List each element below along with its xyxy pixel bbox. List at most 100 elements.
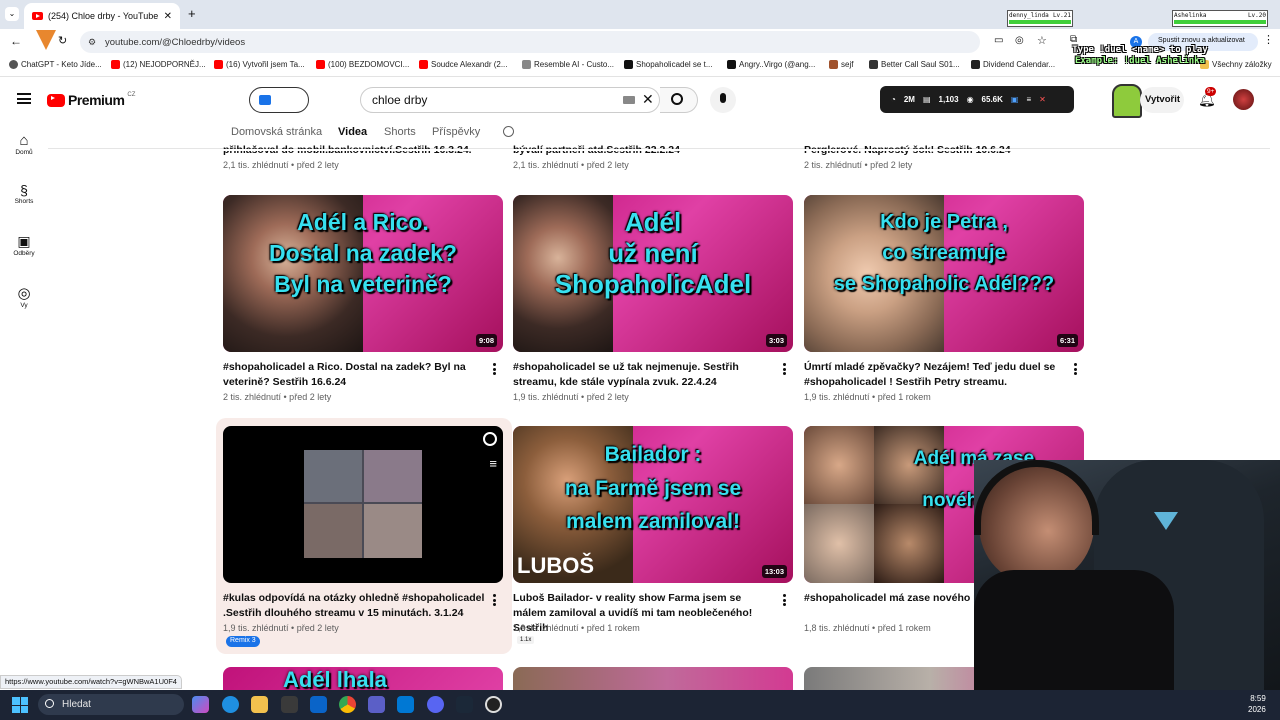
outlook-icon[interactable] bbox=[310, 696, 327, 713]
ext-toggle-button[interactable] bbox=[249, 87, 309, 113]
duration-badge: 13:03 bbox=[761, 565, 787, 578]
video-thumbnail[interactable]: Adél lhala bbox=[223, 667, 503, 690]
cast-icon[interactable]: ▭ bbox=[994, 35, 1003, 46]
video-thumbnail[interactable]: Adél a Rico. Dostal na zadek? Byl na veter… bbox=[223, 195, 503, 352]
search-query: chloe drby bbox=[372, 93, 428, 107]
youtube-icon bbox=[214, 60, 223, 69]
watch-later-icon[interactable] bbox=[483, 432, 497, 446]
bookmark-item[interactable]: Shopaholicadel se t... bbox=[624, 60, 713, 69]
video-thumbnail[interactable] bbox=[513, 667, 793, 690]
views-icon: ◉ bbox=[966, 95, 974, 104]
vscode-icon[interactable] bbox=[397, 696, 414, 713]
remix-badge[interactable]: Remix 3 bbox=[226, 636, 260, 647]
bookmark-item[interactable]: Soudce Alexandr (2... bbox=[419, 60, 508, 69]
video-thumbnail[interactable]: Kdo je Petra , co streamuje se Shopaholic … bbox=[804, 195, 1084, 352]
nav-you[interactable]: ◎ Vy bbox=[0, 284, 48, 309]
video-meta: 1,9 tis. zhlédnutí • před 2 lety bbox=[513, 392, 629, 402]
browser-tab-youtube[interactable]: (254) Chloe drby - YouTube ✕ bbox=[24, 3, 180, 29]
deer-icon bbox=[829, 60, 838, 69]
reload-icon[interactable]: ↻ bbox=[58, 34, 67, 47]
search-button[interactable] bbox=[660, 87, 698, 113]
steam-icon[interactable] bbox=[456, 696, 473, 713]
duration-badge: 3:03 bbox=[765, 334, 787, 347]
player1-box: denny_linda Lv.21 bbox=[1007, 10, 1073, 27]
file-explorer-icon[interactable] bbox=[251, 696, 268, 713]
teams-icon[interactable] bbox=[368, 696, 385, 713]
nav-shorts[interactable]: § Shorts bbox=[0, 182, 48, 205]
video-title[interactable]: #shopaholicadel a Rico. Dostal na zadek?… bbox=[223, 360, 485, 390]
thumbnail-cell bbox=[364, 504, 422, 558]
voice-search-button[interactable] bbox=[710, 87, 736, 113]
obs-icon[interactable] bbox=[485, 696, 502, 713]
bookmark-item[interactable]: (16) Vytvořil jsem Ta... bbox=[214, 60, 305, 69]
back-arrow-icon[interactable]: ← bbox=[10, 34, 22, 48]
thumbnail-grid bbox=[304, 450, 422, 558]
store-icon[interactable] bbox=[281, 696, 298, 713]
bookmark-item[interactable]: (12) NEJODPORNĚJ... bbox=[111, 60, 206, 69]
player1-level: Lv.21 bbox=[1052, 12, 1071, 19]
notifications-button[interactable]: 🔔︎ 9+ bbox=[1198, 87, 1217, 109]
video-title[interactable]: #kulas odpovídá na otázky ohledně #shopa… bbox=[223, 591, 485, 621]
bookmark-item[interactable]: Better Call Saul S01... bbox=[869, 60, 960, 69]
more-options-icon[interactable] bbox=[493, 363, 497, 375]
browser-tab-title: (254) Chloe drby - YouTube bbox=[48, 11, 159, 21]
extensions-icon[interactable]: ⧉ bbox=[1070, 34, 1077, 45]
ext-icon[interactable]: ▣ bbox=[1011, 95, 1019, 104]
video-title[interactable]: #shopaholicadel se už tak nejmenuje. Ses… bbox=[513, 360, 775, 390]
address-bar[interactable]: ⚙ youtube.com/@Chloedrby/videos bbox=[80, 31, 980, 53]
bookmark-item[interactable]: ChatGPT - Keto Jíde... bbox=[9, 60, 102, 69]
nav-subscriptions[interactable]: ▣ Odběry bbox=[0, 233, 48, 257]
partial-meta: 2,1 tis. zhlédnutí • před 2 lety bbox=[223, 160, 339, 170]
video-thumbnail[interactable]: Bailador : na Farmě jsem se malem zamilova… bbox=[513, 426, 793, 583]
channel-search-icon[interactable] bbox=[503, 126, 514, 137]
clock-date: 2026 bbox=[1248, 705, 1266, 714]
youtube-premium-logo[interactable]: Premium CZ bbox=[47, 92, 135, 108]
site-info-icon[interactable]: ⚙ bbox=[88, 37, 96, 48]
close-tab-icon[interactable]: ✕ bbox=[164, 11, 172, 22]
video-title[interactable]: Úmrtí mladé zpěvačky? Nezájem! Teď jedu … bbox=[804, 360, 1066, 390]
clock-time: 8:59 bbox=[1250, 694, 1266, 703]
new-tab-button[interactable]: + bbox=[188, 6, 196, 21]
tab-videos[interactable]: Videa bbox=[338, 126, 367, 138]
video-thumbnail[interactable]: ≡ bbox=[223, 426, 503, 583]
account-avatar[interactable] bbox=[1233, 89, 1254, 110]
tab-search-button[interactable]: ⌄ bbox=[5, 7, 19, 21]
extension-logo-icon[interactable] bbox=[36, 30, 56, 50]
hamburger-menu-icon[interactable] bbox=[17, 93, 31, 104]
browser-menu-icon[interactable]: ⋮ bbox=[1263, 33, 1274, 46]
add-to-queue-icon[interactable]: ≡ bbox=[489, 456, 497, 471]
taskbar-clock[interactable]: 8:59 2026 bbox=[1248, 693, 1266, 715]
keyboard-icon[interactable] bbox=[623, 96, 635, 104]
taskbar-search-input[interactable]: Hledat bbox=[38, 694, 184, 715]
more-options-icon[interactable] bbox=[783, 363, 787, 375]
create-button[interactable]: Vytvořit bbox=[1140, 87, 1184, 113]
tab-shorts[interactable]: Shorts bbox=[384, 126, 416, 138]
duel-instructions: Type !duel <name> to play Example: !duel… bbox=[1040, 45, 1240, 67]
more-options-icon[interactable] bbox=[493, 594, 497, 606]
more-options-icon[interactable] bbox=[1074, 363, 1078, 375]
copilot-icon[interactable] bbox=[192, 696, 209, 713]
bookmark-item[interactable]: Resemble AI - Custo... bbox=[522, 60, 614, 69]
eye-off-icon[interactable]: ◎ bbox=[1015, 35, 1024, 46]
clear-search-icon[interactable]: ✕ bbox=[642, 91, 654, 108]
chrome-icon[interactable] bbox=[339, 696, 356, 713]
nav-label: Shorts bbox=[14, 198, 34, 205]
bookmark-item[interactable]: (100) BEZDOMOVCI... bbox=[316, 60, 409, 69]
thumbnail-caption: Adél a Rico. Dostal na zadek? Byl na veter… bbox=[269, 209, 457, 298]
x-icon bbox=[624, 60, 633, 69]
edge-icon[interactable] bbox=[222, 696, 239, 713]
player1-name: denny_linda bbox=[1009, 12, 1049, 19]
youtube-icon bbox=[419, 60, 428, 69]
search-input[interactable]: chloe drby ✕ bbox=[360, 87, 660, 113]
discord-icon[interactable] bbox=[427, 696, 444, 713]
bell-muted-icon[interactable]: ✕ bbox=[1039, 95, 1046, 104]
bookmark-item[interactable]: Angry..Virgo (@ang... bbox=[727, 60, 815, 69]
tab-home[interactable]: Domovská stránka bbox=[231, 126, 322, 138]
video-thumbnail[interactable]: Adél už není ShopaholicAdel 3:03 bbox=[513, 195, 793, 352]
more-options-icon[interactable] bbox=[783, 594, 787, 606]
bookmark-item[interactable]: sejf bbox=[829, 60, 853, 69]
video-meta: 1,8 tis. zhlédnutí • před 1 rokem bbox=[804, 623, 931, 633]
tab-posts[interactable]: Příspěvky bbox=[432, 126, 480, 138]
list-icon[interactable]: ≡ bbox=[1026, 95, 1031, 104]
windows-start-icon[interactable] bbox=[12, 697, 28, 713]
